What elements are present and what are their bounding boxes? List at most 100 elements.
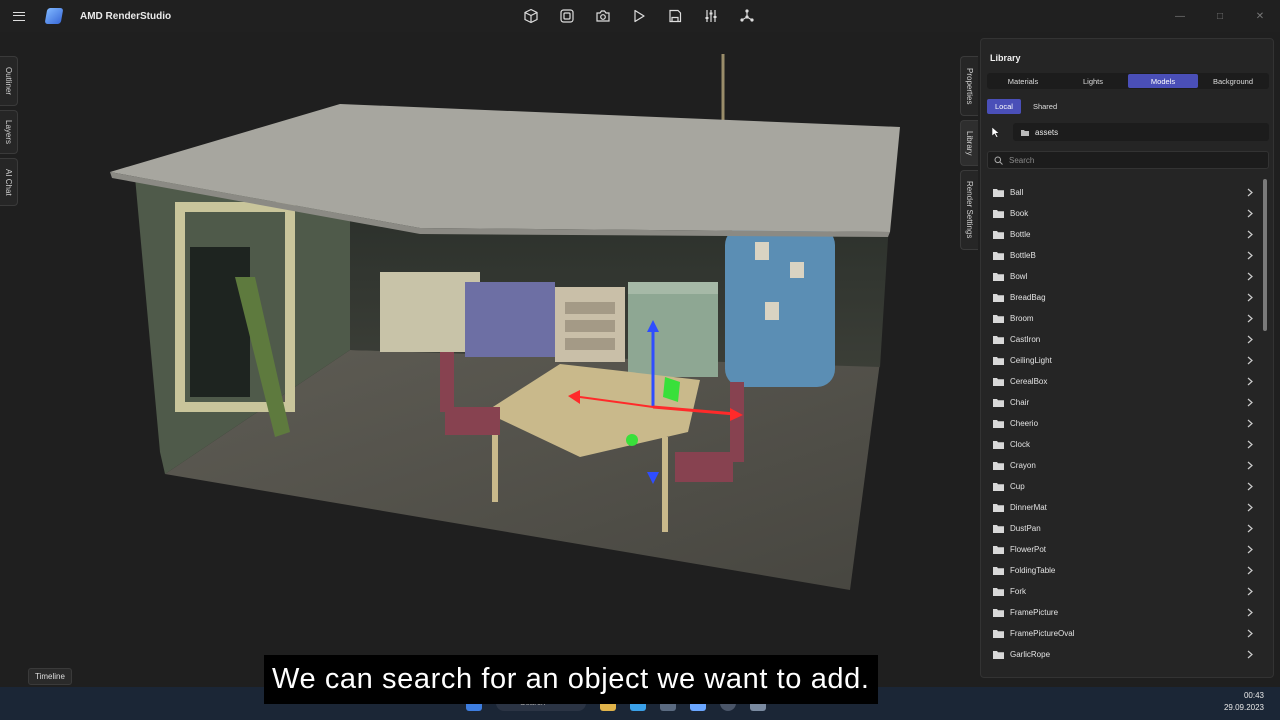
chevron-right-icon [1247,398,1253,407]
path-breadcrumb[interactable]: assets [1013,123,1269,141]
video-caption: We can search for an object we want to a… [264,655,878,704]
item-label: Fork [1010,587,1026,596]
tab-label: AI Chat [4,168,13,196]
list-item[interactable]: BreadBag [987,287,1259,308]
folder-icon [993,231,1004,239]
item-label: Crayon [1010,461,1036,470]
tab-library[interactable]: Library [960,120,978,166]
folder-icon [993,189,1004,197]
camera-icon[interactable] [592,5,614,27]
list-item[interactable]: BottleB [987,245,1259,266]
path-label: assets [1035,127,1059,137]
play-icon[interactable] [628,5,650,27]
tab-label: Render Settings [965,181,974,239]
list-item[interactable]: FlowerPot [987,539,1259,560]
list-item[interactable]: Chair [987,392,1259,413]
list-item[interactable]: Fork [987,581,1259,602]
tab-shared[interactable]: Shared [1025,99,1065,114]
item-label: GarlicRope [1010,650,1051,659]
chevron-right-icon [1247,503,1253,512]
back-button[interactable] [987,124,1003,140]
scene-render [110,54,900,590]
menu-icon [13,11,25,21]
network-icon[interactable] [736,5,758,27]
right-panel-tabs: Properties Library Render Settings [960,56,978,254]
panel-title: Library [990,53,1021,63]
library-panel: Library Materials Lights Models Backgrou… [980,38,1274,678]
chevron-right-icon [1247,419,1253,428]
window-controls: — □ ✕ [1160,0,1280,32]
list-item[interactable]: CastIron [987,329,1259,350]
folder-icon [993,546,1004,554]
tab-materials[interactable]: Materials [988,74,1058,88]
folder-icon [993,357,1004,365]
list-item[interactable]: FramePictureOval [987,623,1259,644]
list-item[interactable]: CeilingLight [987,350,1259,371]
list-item[interactable]: DinnerMat [987,497,1259,518]
chevron-right-icon [1247,314,1253,323]
tab-outliner[interactable]: Outliner [0,56,18,106]
tab-properties[interactable]: Properties [960,56,978,116]
clock-time: 00:43 [1243,691,1264,700]
list-item[interactable]: GarlicRope [987,644,1259,665]
list-item[interactable]: Book [987,203,1259,224]
chevron-right-icon [1247,629,1253,638]
timeline-button[interactable]: Timeline [28,668,72,685]
list-item[interactable]: Broom [987,308,1259,329]
item-label: Clock [1010,440,1031,449]
tab-lights[interactable]: Lights [1058,74,1128,88]
list-item[interactable]: FoldingTable [987,560,1259,581]
hamburger-menu-button[interactable] [0,0,38,32]
list-item[interactable]: Bottle [987,224,1259,245]
main-toolbar [520,0,758,32]
list-item[interactable]: Ball [987,182,1259,203]
folder-icon [993,462,1004,470]
list-item[interactable]: DustPan [987,518,1259,539]
tab-background[interactable]: Background [1198,74,1268,88]
folder-icon [993,315,1004,323]
scrollbar-thumb[interactable] [1263,179,1267,331]
list-item[interactable]: Clock [987,434,1259,455]
folder-icon [993,273,1004,281]
tab-layers[interactable]: Layers [0,110,18,154]
left-panel-tabs: Outliner Layers AI Chat [0,56,18,210]
frame-icon[interactable] [556,5,578,27]
chevron-right-icon [1247,461,1253,470]
list-scrollbar[interactable] [1263,179,1267,669]
folder-icon [993,588,1004,596]
chevron-right-icon [1247,209,1253,218]
tab-ai-chat[interactable]: AI Chat [0,158,18,206]
folder-icon [993,399,1004,407]
tab-label: Outliner [4,66,13,95]
item-label: Cheerio [1010,419,1039,428]
folder-icon [993,630,1004,638]
chevron-right-icon [1247,482,1253,491]
cube-icon[interactable] [520,5,542,27]
search-input[interactable] [1009,155,1249,165]
close-icon[interactable]: ✕ [1240,0,1280,32]
list-item[interactable]: Cheerio [987,413,1259,434]
chevron-right-icon [1247,356,1253,365]
chevron-right-icon [1247,440,1253,449]
3d-viewport[interactable] [20,32,960,687]
item-label: Chair [1010,398,1030,407]
list-item[interactable]: Bowl [987,266,1259,287]
title-bar: AMD RenderStudio — □ ✕ [0,0,1280,32]
list-item[interactable]: Crayon [987,455,1259,476]
sliders-icon[interactable] [700,5,722,27]
save-icon[interactable] [664,5,686,27]
tab-local[interactable]: Local [987,99,1021,114]
folder-icon [993,441,1004,449]
tab-label: Library [965,130,974,156]
system-clock[interactable]: 00:43 29.09.2023 [1224,690,1264,714]
maximize-icon[interactable]: □ [1200,0,1240,32]
tab-models[interactable]: Models [1128,74,1198,88]
minimize-icon[interactable]: — [1160,0,1200,32]
list-item[interactable]: Cup [987,476,1259,497]
folder-icon [1021,129,1029,136]
list-item[interactable]: CerealBox [987,371,1259,392]
item-label: BreadBag [1010,293,1046,302]
clock-date: 29.09.2023 [1223,703,1264,712]
tab-render-settings[interactable]: Render Settings [960,170,978,250]
list-item[interactable]: FramePicture [987,602,1259,623]
